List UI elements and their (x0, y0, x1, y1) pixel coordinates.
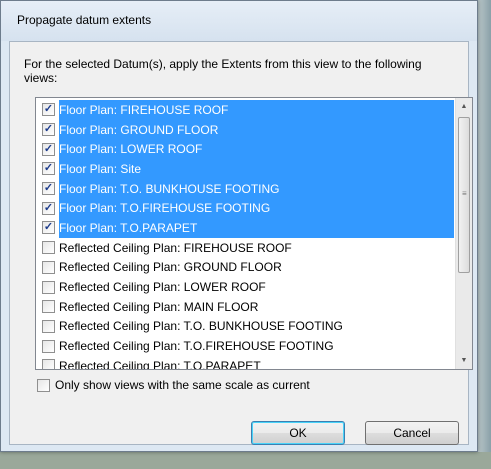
view-label: Floor Plan: Site (59, 161, 142, 176)
checkmark-icon: ✓ (43, 123, 54, 136)
view-label: Floor Plan: T.O. BUNKHOUSE FOOTING (59, 181, 280, 196)
same-scale-filter[interactable]: Only show views with the same scale as c… (37, 378, 310, 392)
view-label: Floor Plan: GROUND FLOOR (59, 122, 219, 137)
view-checkbox[interactable] (42, 319, 55, 333)
view-checkbox[interactable] (42, 260, 55, 274)
view-checkbox[interactable]: ✓ (42, 221, 55, 235)
view-label: Floor Plan: LOWER ROOF (59, 142, 203, 157)
view-checkbox[interactable] (42, 241, 55, 255)
checkmark-icon: ✓ (43, 103, 54, 116)
view-checkbox[interactable] (42, 359, 55, 369)
same-scale-checkbox[interactable] (37, 378, 50, 392)
background-application-bottom (0, 452, 491, 469)
scrollbar-grip-icon: ≡ (462, 189, 467, 198)
views-listbox[interactable]: ✓ Floor Plan: FIREHOUSE ROOF ✓ Floor Plan: … (35, 97, 473, 370)
view-checkbox[interactable]: ✓ (42, 103, 55, 117)
view-label: Reflected Ceiling Plan: T.O.FIREHOUSE FO… (59, 339, 334, 354)
view-checkbox[interactable] (42, 339, 55, 353)
view-label: Reflected Ceiling Plan: LOWER ROOF (59, 280, 266, 295)
checkmark-icon: ✓ (43, 201, 54, 214)
view-checkbox[interactable]: ✓ (42, 182, 55, 196)
dialog-titlebar[interactable]: Propagate datum extents (1, 1, 477, 41)
checkmark-icon: ✓ (43, 142, 54, 155)
view-label: Reflected Ceiling Plan: MAIN FLOOR (59, 299, 259, 314)
checkmark-icon: ✓ (43, 182, 54, 195)
view-checkbox[interactable] (42, 280, 55, 294)
checkmark-icon: ✓ (43, 162, 54, 175)
dialog-title: Propagate datum extents (17, 13, 152, 27)
view-label: Floor Plan: T.O.PARAPET (59, 220, 198, 235)
scroll-up-arrow-icon[interactable]: ▲ (456, 98, 472, 115)
cancel-button[interactable]: Cancel (365, 421, 459, 445)
view-label: Floor Plan: T.O.FIREHOUSE FOOTING (59, 201, 271, 216)
instructions-text: For the selected Datum(s), apply the Ext… (24, 57, 422, 85)
view-checkbox[interactable]: ✓ (42, 142, 55, 156)
view-label: Floor Plan: FIREHOUSE ROOF (59, 102, 229, 117)
view-list-item[interactable]: Reflected Ceiling Plan: GROUND FLOOR (37, 258, 454, 278)
view-checkbox[interactable]: ✓ (42, 201, 55, 215)
view-list-item[interactable]: Reflected Ceiling Plan: T.O.PARAPET (37, 356, 454, 370)
view-label: Reflected Ceiling Plan: T.O.PARAPET (59, 358, 261, 370)
views-list: ✓ Floor Plan: FIREHOUSE ROOF ✓ Floor Plan: … (37, 100, 454, 370)
ok-button[interactable]: OK (251, 421, 345, 445)
view-list-item[interactable]: Reflected Ceiling Plan: T.O. BUNKHOUSE F… (37, 317, 454, 337)
view-list-item[interactable]: ✓ Floor Plan: FIREHOUSE ROOF (37, 100, 454, 120)
view-list-item[interactable]: ✓ Floor Plan: T.O.FIREHOUSE FOOTING (37, 198, 454, 219)
view-checkbox[interactable]: ✓ (42, 123, 55, 137)
view-label: Reflected Ceiling Plan: FIREHOUSE ROOF (59, 240, 292, 255)
view-list-item[interactable]: ✓ Floor Plan: LOWER ROOF (37, 139, 454, 160)
view-list-item[interactable]: ✓ Floor Plan: T.O. BUNKHOUSE FOOTING (37, 178, 454, 199)
view-list-item[interactable]: ✓ Floor Plan: GROUND FLOOR (37, 119, 454, 140)
view-checkbox[interactable] (42, 300, 55, 314)
checkmark-icon: ✓ (43, 221, 54, 234)
view-list-item[interactable]: Reflected Ceiling Plan: T.O.FIREHOUSE FO… (37, 336, 454, 356)
view-list-item[interactable]: Reflected Ceiling Plan: MAIN FLOOR (37, 297, 454, 317)
view-checkbox[interactable]: ✓ (42, 162, 55, 176)
scrollbar-thumb[interactable]: ≡ (458, 117, 470, 273)
view-list-item[interactable]: ✓ Floor Plan: Site (37, 159, 454, 179)
view-label: Reflected Ceiling Plan: GROUND FLOOR (59, 260, 282, 275)
view-list-item[interactable]: Reflected Ceiling Plan: LOWER ROOF (37, 277, 454, 297)
views-scrollbar[interactable]: ▲ ≡ ▼ (455, 98, 472, 369)
view-list-item[interactable]: Reflected Ceiling Plan: FIREHOUSE ROOF (37, 238, 454, 258)
scroll-down-arrow-icon[interactable]: ▼ (456, 352, 472, 369)
background-application-edge (478, 0, 491, 469)
same-scale-label: Only show views with the same scale as c… (55, 378, 310, 392)
view-label: Reflected Ceiling Plan: T.O. BUNKHOUSE F… (59, 319, 343, 334)
view-list-item[interactable]: ✓ Floor Plan: T.O.PARAPET (37, 218, 454, 238)
